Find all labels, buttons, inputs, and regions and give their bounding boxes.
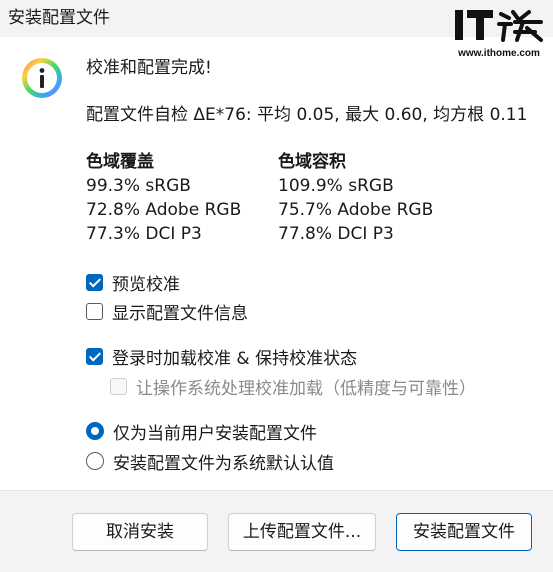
show-profile-info-label: 显示配置文件信息 [112, 303, 248, 324]
profile-self-check: 配置文件自检 ΔE*76: 平均 0.05, 最大 0.60, 均方根 0.11 [86, 105, 528, 125]
dialog-footer: 取消安装 上传配置文件... 安装配置文件 [0, 490, 553, 572]
gamut-coverage-title: 色域覆盖 [86, 152, 154, 172]
install-profile-button[interactable]: 安装配置文件 [396, 513, 532, 551]
completion-heading: 校准和配置完成! [86, 58, 212, 78]
show-profile-info-checkbox[interactable]: 显示配置文件信息 [86, 299, 248, 324]
preview-calibration-label: 预览校准 [112, 274, 180, 295]
install-system-default-radio[interactable]: 安装配置文件为系统默认认值 [86, 449, 334, 474]
gamut-volume-srgb: 109.9% sRGB [278, 176, 394, 196]
info-icon [22, 58, 62, 98]
gamut-volume: 色域容积 109.9% sRGB 75.7% Adobe RGB 77.8% D… [278, 150, 433, 246]
gamut-coverage-adobe-rgb: 72.8% Adobe RGB [86, 200, 242, 220]
gamut-coverage-srgb: 99.3% sRGB [86, 176, 191, 196]
gamut-volume-dci-p3: 77.8% DCI P3 [278, 224, 394, 244]
checkbox-checked-icon[interactable] [86, 273, 103, 291]
window-title: 安装配置文件 [8, 8, 110, 28]
gamut-coverage-dci-p3: 77.3% DCI P3 [86, 224, 202, 244]
ithome-watermark: www.ithome.com [453, 8, 545, 64]
os-handle-loading-label: 让操作系统处理校准加载（低精度与可靠性） [136, 378, 476, 399]
radio-selected-icon[interactable] [86, 422, 104, 440]
os-handle-loading-checkbox[interactable]: 让操作系统处理校准加载（低精度与可靠性） [110, 374, 476, 399]
gamut-coverage: 色域覆盖 99.3% sRGB 72.8% Adobe RGB 77.3% DC… [86, 150, 241, 246]
cancel-install-button[interactable]: 取消安装 [72, 513, 208, 551]
preview-calibration-checkbox[interactable]: 预览校准 [86, 270, 180, 295]
checkbox-checked-icon[interactable] [86, 347, 103, 365]
gamut-volume-adobe-rgb: 75.7% Adobe RGB [278, 200, 434, 220]
checkbox-unchecked-icon[interactable] [86, 302, 103, 320]
gamut-volume-title: 色域容积 [278, 152, 346, 172]
radio-unselected-icon[interactable] [86, 452, 104, 470]
install-profile-dialog: 安装配置文件 www.ithome.com 校准和配置完成! 配置文件自检 ΔE… [0, 0, 553, 572]
watermark-url: www.ithome.com [458, 48, 540, 59]
install-current-user-label: 仅为当前用户安装配置文件 [113, 423, 317, 444]
install-current-user-radio[interactable]: 仅为当前用户安装配置文件 [86, 419, 317, 444]
load-on-login-label: 登录时加载校准 & 保持校准状态 [112, 348, 358, 369]
ithome-logo [455, 10, 543, 42]
checkbox-disabled-icon[interactable] [110, 377, 127, 395]
upload-profile-button[interactable]: 上传配置文件... [228, 513, 376, 551]
install-system-default-label: 安装配置文件为系统默认认值 [113, 453, 334, 474]
load-on-login-checkbox[interactable]: 登录时加载校准 & 保持校准状态 [86, 344, 358, 369]
